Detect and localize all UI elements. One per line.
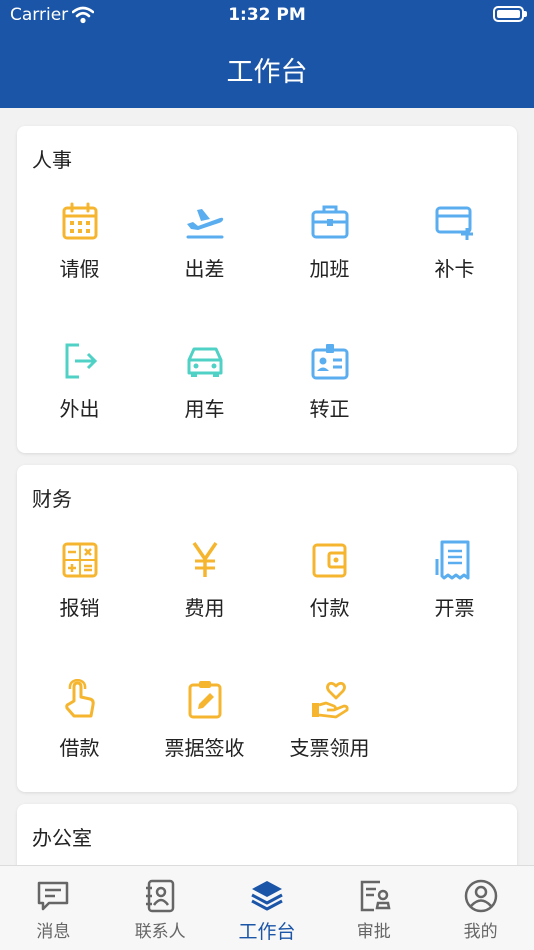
item-label: 借款	[59, 736, 100, 760]
calculator-icon	[62, 542, 97, 578]
briefcase-icon	[311, 205, 348, 239]
item-label: 报销	[59, 596, 100, 620]
item-label: 用车	[184, 397, 225, 421]
item-clock-fix[interactable]: 补卡	[392, 200, 517, 282]
item-label: 付款	[309, 596, 350, 620]
item-loan[interactable]: 借款	[17, 679, 142, 761]
item-go-out[interactable]: 外出	[17, 340, 142, 422]
item-overtime[interactable]: 加班	[267, 200, 392, 282]
item-label: 出差	[184, 257, 225, 281]
tab-label: 联系人	[134, 922, 186, 942]
car-icon	[187, 347, 222, 377]
item-label: 费用	[184, 596, 225, 620]
receipt-icon	[435, 540, 469, 580]
yen-icon	[192, 542, 217, 577]
section-office-card: 办公室	[17, 804, 517, 865]
message-icon	[38, 881, 69, 911]
card-add-icon	[435, 206, 473, 240]
item-label: 开票	[434, 596, 475, 620]
tab-label: 工作台	[238, 921, 296, 943]
tab-messages[interactable]: 消息	[0, 866, 107, 950]
item-label: 票据签收	[164, 736, 245, 760]
tab-label: 消息	[36, 922, 71, 942]
item-check-receive[interactable]: 支票领用	[267, 679, 392, 761]
section-title: 人事	[32, 148, 72, 172]
item-label: 请假	[59, 257, 100, 281]
profile-icon	[464, 879, 497, 913]
item-invoice[interactable]: 开票	[392, 539, 517, 621]
layers-icon	[251, 881, 283, 911]
item-label: 支票领用	[289, 736, 370, 760]
item-label: 转正	[309, 397, 350, 421]
status-bar: Carrier 1:32 PM	[0, 0, 534, 30]
item-label: 加班	[309, 257, 350, 281]
tab-approval[interactable]: 审批	[320, 866, 427, 950]
item-business-trip[interactable]: 出差	[142, 200, 267, 282]
status-time: 1:32 PM	[228, 5, 306, 25]
tab-label: 审批	[356, 922, 391, 942]
section-hr-card: 人事 请假 出差 加班 补卡 外出 用车 转正	[17, 126, 517, 453]
airplane-icon	[186, 209, 223, 239]
hand-heart-icon	[311, 681, 349, 719]
tab-profile[interactable]: 我的	[427, 866, 534, 950]
battery-icon	[493, 6, 527, 22]
section-title: 办公室	[32, 826, 92, 850]
section-title: 财务	[32, 487, 72, 511]
hand-pointer-icon	[64, 679, 95, 718]
wallet-icon	[312, 543, 346, 578]
item-expense[interactable]: 费用	[142, 539, 267, 621]
tab-contacts[interactable]: 联系人	[107, 866, 214, 950]
page-title: 工作台	[226, 57, 308, 88]
clipboard-pen-icon	[188, 681, 221, 719]
workbench-content[interactable]: 人事 请假 出差 加班 补卡 外出 用车 转正 财务 报销 费用 付款 开票 借…	[0, 108, 534, 865]
exit-icon	[65, 343, 97, 379]
approval-icon	[360, 880, 391, 912]
section-finance-card: 财务 报销 费用 付款 开票 借款 票据签收 支票领用	[17, 465, 517, 792]
badge-icon	[311, 344, 348, 380]
tab-label: 我的	[463, 922, 498, 942]
item-regularize[interactable]: 转正	[267, 340, 392, 422]
item-label: 外出	[59, 397, 100, 421]
item-payment[interactable]: 付款	[267, 539, 392, 621]
item-vehicle[interactable]: 用车	[142, 340, 267, 422]
calendar-icon	[62, 202, 97, 240]
item-bill-receipt[interactable]: 票据签收	[142, 679, 267, 761]
item-label: 补卡	[434, 257, 475, 281]
item-reimburse[interactable]: 报销	[17, 539, 142, 621]
tab-bar: 消息 联系人 工作台 审批 我的	[0, 865, 534, 950]
item-leave[interactable]: 请假	[17, 200, 142, 282]
header-bar: Carrier 1:32 PM 工作台	[0, 0, 534, 108]
contacts-icon	[146, 879, 175, 913]
tab-workbench[interactable]: 工作台	[214, 866, 321, 950]
